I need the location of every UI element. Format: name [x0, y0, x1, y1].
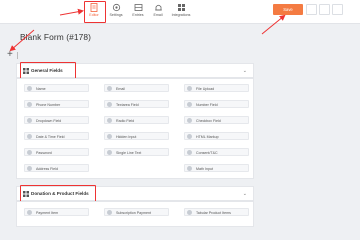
arrow-to-editor — [59, 8, 84, 16]
arrow-to-add-field — [9, 29, 35, 52]
arrow-to-save — [261, 14, 286, 35]
annotation-arrows — [9, 8, 286, 52]
